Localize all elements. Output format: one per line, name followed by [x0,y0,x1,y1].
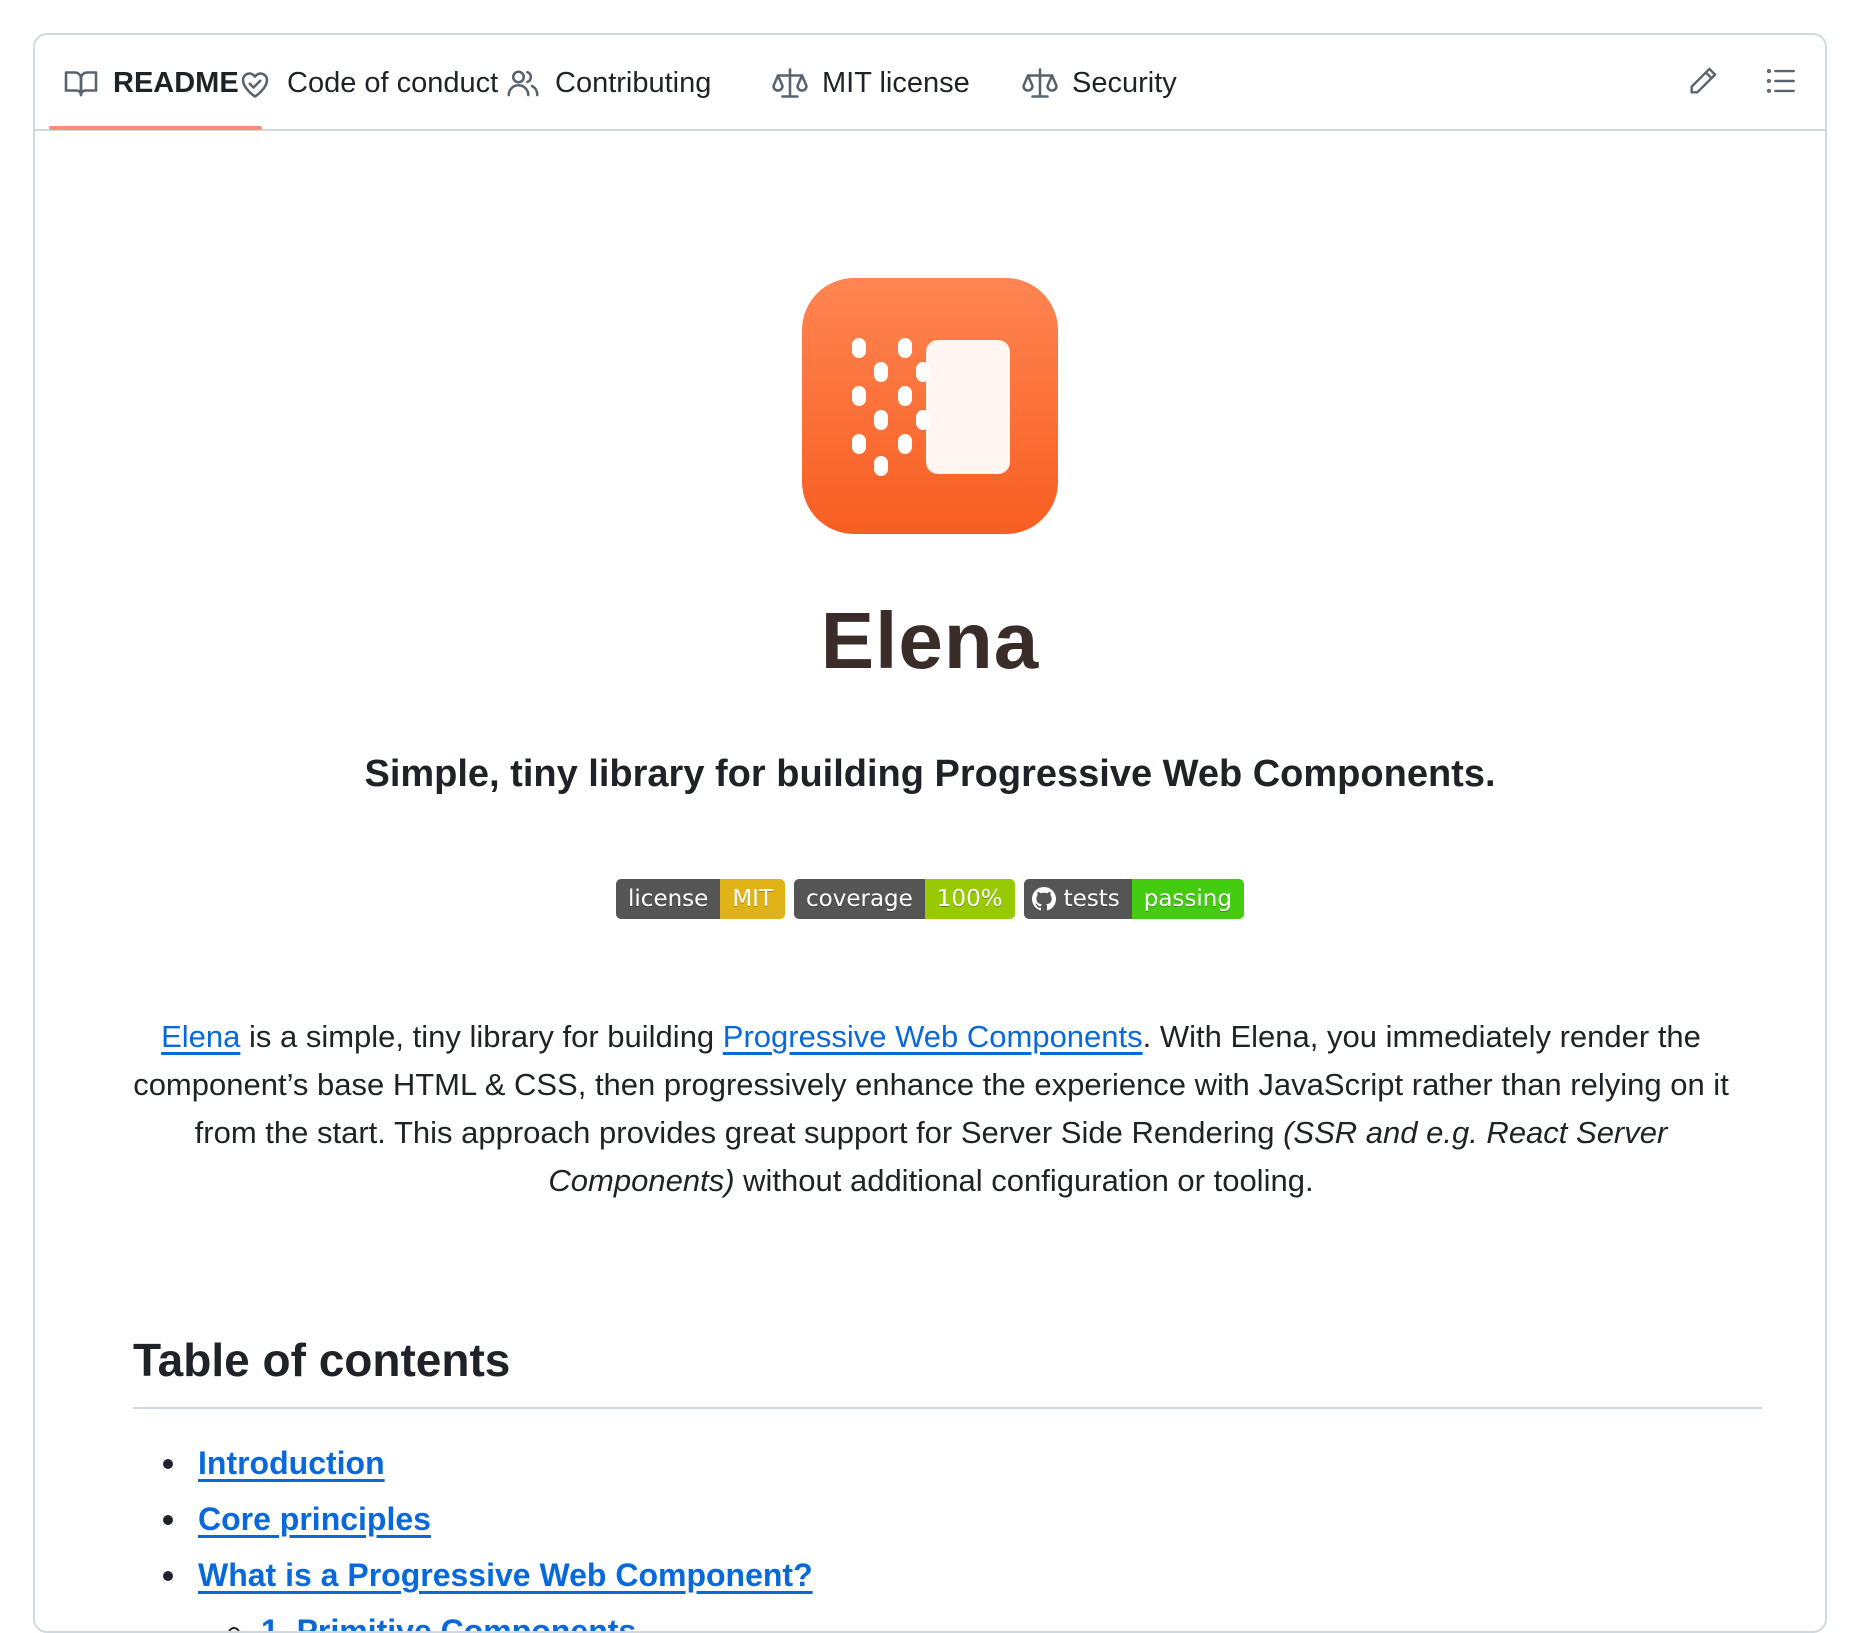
tab-label: README [113,67,239,100]
intro-paragraph: Elena is a simple, tiny library for buil… [131,1013,1731,1205]
book-icon [63,65,99,101]
people-icon [505,65,541,101]
badge-key: coverage [794,879,925,919]
badge-value: passing [1132,879,1244,919]
list-item: What is a Progressive Web Component? [133,1547,813,1603]
readme-card: README Code of conduct Contributing MIT … [33,33,1827,1633]
project-tagline: Simple, tiny library for building Progre… [35,753,1825,796]
tab-code-of-conduct[interactable]: Code of conduct [237,35,498,131]
toc-link-what-is-pwc[interactable]: What is a Progressive Web Component? [198,1557,813,1594]
progressive-web-components-link[interactable]: Progressive Web Components [723,1019,1143,1054]
edit-button[interactable] [1685,65,1721,101]
tab-label: Security [1072,67,1177,100]
tests-badge[interactable]: tests passing [1024,879,1244,919]
badge-key: tests [1064,886,1120,912]
badge-key: license [616,879,720,919]
pencil-icon [1686,64,1720,103]
project-title: Elena [35,595,1825,687]
badge-value: MIT [720,879,785,919]
tab-label: Code of conduct [287,67,498,100]
bullet [228,1627,240,1633]
list-item: 1. Primitive Components [133,1603,813,1633]
bullet [163,1459,173,1469]
coverage-badge[interactable]: coverage 100% [794,879,1015,919]
tab-contributing[interactable]: Contributing [505,35,711,131]
elena-logo [802,278,1058,534]
readme-tab-bar: README Code of conduct Contributing MIT … [35,35,1825,131]
intro-text: without additional configuration or tool… [735,1163,1314,1198]
github-icon [1032,887,1056,911]
toc-link-core-principles[interactable]: Core principles [198,1501,431,1538]
badge-value: 100% [925,879,1015,919]
toc-link-introduction[interactable]: Introduction [198,1445,385,1482]
tab-label: Contributing [555,67,711,100]
tab-mit-license[interactable]: MIT license [772,35,970,131]
outline-button[interactable] [1763,65,1799,101]
toc-link-primitive-components[interactable]: 1. Primitive Components [261,1613,636,1633]
toc-list: Introduction Core principles What is a P… [133,1435,813,1633]
toc-heading: Table of contents [133,1333,510,1387]
heart-hands-icon [237,65,273,101]
scale-icon [772,65,808,101]
list-icon [1764,64,1798,103]
tab-readme[interactable]: README [63,35,239,131]
active-tab-indicator [49,126,262,130]
bullet [163,1515,173,1525]
badge-key-wrap: tests [1024,879,1132,919]
list-item: Introduction [133,1435,813,1491]
list-item: Core principles [133,1491,813,1547]
license-badge[interactable]: license MIT [616,879,785,919]
heading-divider [133,1407,1762,1409]
bullet [163,1571,173,1581]
tab-security[interactable]: Security [1022,35,1177,131]
tab-label: MIT license [822,67,970,100]
elena-link[interactable]: Elena [161,1019,240,1054]
intro-text: is a simple, tiny library for building [240,1019,722,1054]
badge-row: license MIT coverage 100% tests passing [35,879,1825,919]
scale-icon [1022,65,1058,101]
